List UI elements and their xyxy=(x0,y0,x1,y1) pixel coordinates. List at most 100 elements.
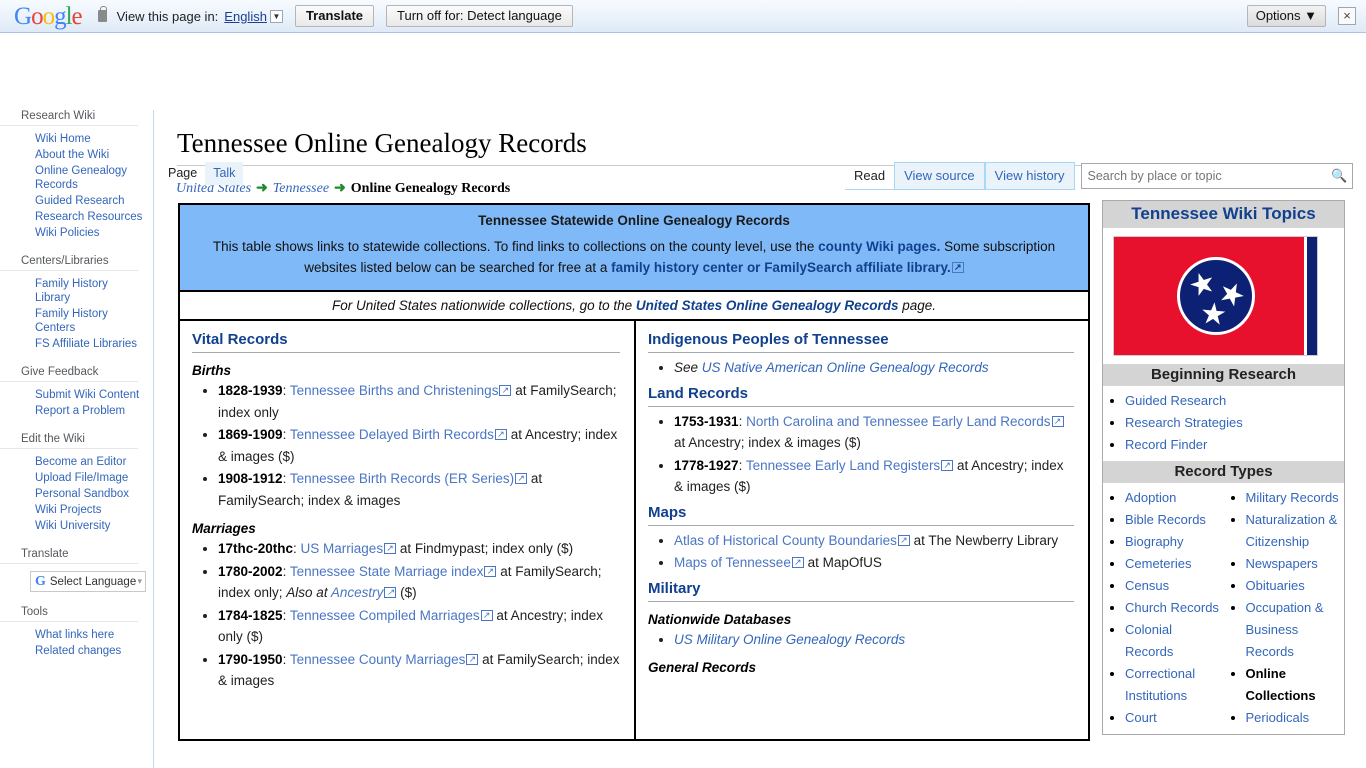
sidebar-link[interactable]: Wiki Projects xyxy=(35,503,101,517)
sidebar-item-wiki-projects[interactable]: Wiki Projects xyxy=(0,502,153,518)
search-input[interactable] xyxy=(1081,169,1328,183)
flag-circle: ★ ★ ★ xyxy=(1176,257,1255,335)
tab-view-source[interactable]: View source xyxy=(894,162,985,190)
sidebar-link[interactable]: Online Genealogy Records xyxy=(35,164,145,192)
tab-read[interactable]: Read xyxy=(845,163,895,190)
sidebar-link[interactable]: Become an Editor xyxy=(35,455,126,469)
select-language-label: Select Language xyxy=(49,575,137,588)
entry-link[interactable]: Tennessee Delayed Birth Records xyxy=(290,427,507,442)
sidebar-link[interactable]: Wiki University xyxy=(35,519,110,533)
us-online-genealogy-records-link[interactable]: United States Online Genealogy Records xyxy=(636,298,899,313)
sidebar-link[interactable]: Research Resources xyxy=(35,210,142,224)
sidebar-heading-tools: Tools xyxy=(0,606,138,622)
sidebar-link[interactable]: Related changes xyxy=(35,644,121,658)
entry-link[interactable]: US Marriages xyxy=(301,541,397,556)
sidebar-link[interactable]: What links here xyxy=(35,628,114,642)
chevron-down-icon[interactable]: ▼ xyxy=(269,9,283,23)
topic-link-occupation-business-records[interactable]: Occupation & Business Records xyxy=(1246,600,1324,659)
sidebar-item-family-history-centers[interactable]: Family History Centers xyxy=(0,306,153,336)
sidebar-item-upload-file-image[interactable]: Upload File/Image xyxy=(0,470,153,486)
tab-talk[interactable]: Talk xyxy=(205,162,244,185)
entry-link[interactable]: US Native American Online Genealogy Reco… xyxy=(702,360,989,375)
topic-link-bible-records[interactable]: Bible Records xyxy=(1125,512,1206,527)
topic-link-cemeteries[interactable]: Cemeteries xyxy=(1125,556,1191,571)
search-box[interactable]: 🔍 xyxy=(1080,163,1353,189)
entry-italic-link[interactable]: Ancestry xyxy=(331,585,397,600)
topic-link-court[interactable]: Court xyxy=(1125,710,1157,725)
breadcrumb-arrow-icon: ➜ xyxy=(256,181,268,196)
entry-tail: at MapOfUS xyxy=(803,555,882,570)
topic-link-colonial-records[interactable]: Colonial Records xyxy=(1125,622,1173,659)
entry-link[interactable]: Maps of Tennessee xyxy=(674,555,804,570)
topic-link-periodicals[interactable]: Periodicals xyxy=(1246,710,1310,725)
sidebar-item-guided-research[interactable]: Guided Research xyxy=(0,193,153,209)
turn-off-button[interactable]: Turn off for: Detect language xyxy=(386,5,573,27)
topic-link-church-records[interactable]: Church Records xyxy=(1125,600,1219,615)
entry-link[interactable]: Atlas of Historical County Boundaries xyxy=(674,533,910,548)
topic-link-naturalization-citizenship[interactable]: Naturalization & Citizenship xyxy=(1246,512,1338,549)
list-item: Obituaries xyxy=(1246,575,1345,597)
language-select[interactable]: English xyxy=(224,9,267,24)
sidebar-item-online-genealogy-records[interactable]: Online Genealogy Records xyxy=(0,163,153,193)
sidebar-item-about-the-wiki[interactable]: About the Wiki xyxy=(0,147,153,163)
sidebar-item-become-an-editor[interactable]: Become an Editor xyxy=(0,454,153,470)
list-item: 1908-1912: Tennessee Birth Records (ER S… xyxy=(218,468,620,511)
entry-link[interactable]: North Carolina and Tennessee Early Land … xyxy=(746,414,1063,429)
sidebar-link[interactable]: About the Wiki xyxy=(35,148,109,162)
sidebar-link[interactable]: Upload File/Image xyxy=(35,471,128,485)
topic-link-correctional-institutions[interactable]: Correctional Institutions xyxy=(1125,666,1195,703)
sidebar-link[interactable]: Family History Centers xyxy=(35,307,145,335)
sidebar-link[interactable]: Personal Sandbox xyxy=(35,487,129,501)
close-icon[interactable]: × xyxy=(1338,7,1356,25)
sidebar-group-edit-the-wiki: Become an Editor Upload File/Image Perso… xyxy=(0,454,153,534)
sidebar-item-research-resources[interactable]: Research Resources xyxy=(0,209,153,225)
sidebar-item-submit-wiki-content[interactable]: Submit Wiki Content xyxy=(0,387,153,403)
entry-link[interactable]: Tennessee Compiled Marriages xyxy=(290,608,493,623)
sidebar-item-wiki-home[interactable]: Wiki Home xyxy=(0,131,153,147)
entry-link[interactable]: Tennessee Early Land Registers xyxy=(746,458,953,473)
topic-link-military-records[interactable]: Military Records xyxy=(1246,490,1339,505)
sidebar-item-related-changes[interactable]: Related changes xyxy=(0,643,153,659)
breadcrumb-item-tennessee[interactable]: Tennessee xyxy=(273,181,329,196)
topic-link-obituaries[interactable]: Obituaries xyxy=(1246,578,1305,593)
topic-link-adoption[interactable]: Adoption xyxy=(1125,490,1176,505)
sidebar-link[interactable]: FS Affiliate Libraries xyxy=(35,337,137,351)
select-language-widget[interactable]: G Select Language ▾ xyxy=(30,571,146,592)
sidebar-item-report-a-problem[interactable]: Report a Problem xyxy=(0,403,153,419)
sidebar-item-wiki-policies[interactable]: Wiki Policies xyxy=(0,225,153,241)
entry-link[interactable]: Tennessee Birth Records (ER Series) xyxy=(290,471,527,486)
topic-link-guided-research[interactable]: Guided Research xyxy=(1125,393,1226,408)
topic-link-census[interactable]: Census xyxy=(1125,578,1169,593)
sidebar-link[interactable]: Wiki Home xyxy=(35,132,91,146)
county-wiki-pages-link[interactable]: county Wiki pages. xyxy=(818,239,940,254)
sidebar-item-fs-affiliate-libraries[interactable]: FS Affiliate Libraries xyxy=(0,336,153,352)
article-body: Tennessee Statewide Online Genealogy Rec… xyxy=(178,203,1090,741)
list-item: Occupation & Business Records xyxy=(1246,597,1345,663)
topic-link-record-finder[interactable]: Record Finder xyxy=(1125,437,1207,452)
topic-link-biography[interactable]: Biography xyxy=(1125,534,1184,549)
entry-link[interactable]: Tennessee County Marriages xyxy=(290,652,479,667)
sidebar-link[interactable]: Guided Research xyxy=(35,194,125,208)
sidebar-link[interactable]: Family History Library xyxy=(35,277,145,305)
entry-years: 1753-1931 xyxy=(674,413,739,429)
entry-link[interactable]: US Military Online Genealogy Records xyxy=(674,632,905,647)
tab-view-history[interactable]: View history xyxy=(984,162,1075,190)
entry-link[interactable]: Tennessee Births and Christenings xyxy=(290,383,512,398)
tab-page[interactable]: Page xyxy=(160,162,205,185)
sidebar-link[interactable]: Wiki Policies xyxy=(35,226,100,240)
sidebar-item-family-history-library[interactable]: Family History Library xyxy=(0,276,153,306)
topic-link-online-collections[interactable]: Online Collections xyxy=(1246,666,1316,703)
sidebar-item-personal-sandbox[interactable]: Personal Sandbox xyxy=(0,486,153,502)
options-button[interactable]: Options ▼ xyxy=(1246,5,1326,27)
search-icon[interactable]: 🔍 xyxy=(1328,168,1352,184)
sidebar-link[interactable]: Report a Problem xyxy=(35,404,125,418)
family-history-center-link[interactable]: family history center or FamilySearch af… xyxy=(611,260,964,275)
topic-link-research-strategies[interactable]: Research Strategies xyxy=(1125,415,1243,430)
sidebar-link[interactable]: Submit Wiki Content xyxy=(35,388,139,402)
topic-link-newspapers[interactable]: Newspapers xyxy=(1246,556,1318,571)
entry-years: 1908-1912 xyxy=(218,471,283,486)
translate-button[interactable]: Translate xyxy=(294,5,375,27)
entry-link[interactable]: Tennessee State Marriage index xyxy=(290,564,497,579)
sidebar-item-wiki-university[interactable]: Wiki University xyxy=(0,518,153,534)
sidebar-item-what-links-here[interactable]: What links here xyxy=(0,627,153,643)
